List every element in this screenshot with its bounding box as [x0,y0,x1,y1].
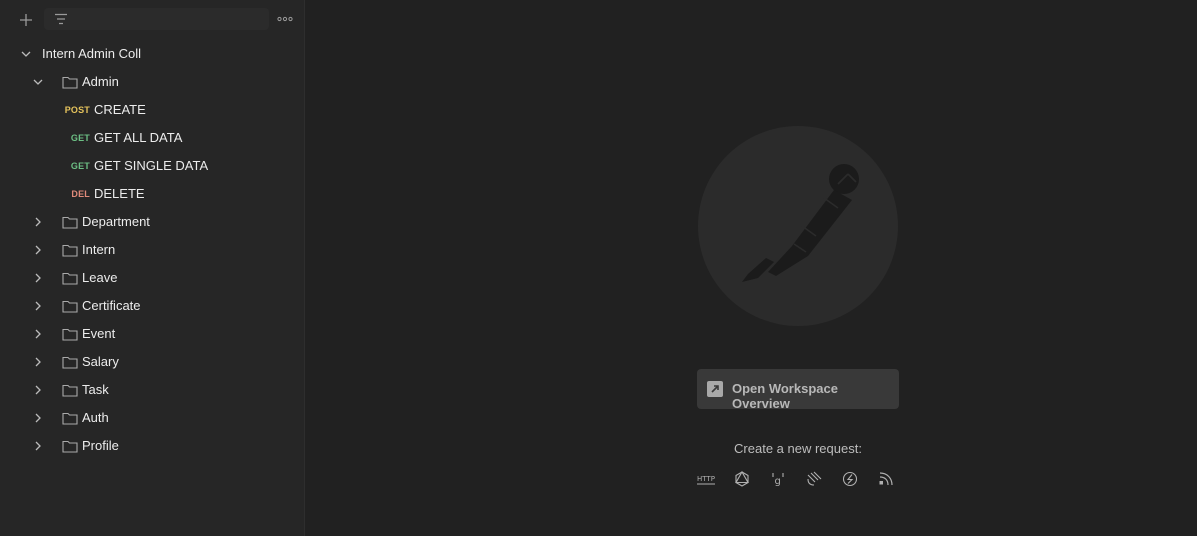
chevron-right-icon[interactable] [32,272,44,284]
svg-text:HTTP: HTTP [697,475,715,483]
more-horizontal-icon[interactable] [276,12,294,26]
chevron-right-icon[interactable] [32,244,44,256]
chevron-right-icon[interactable] [32,384,44,396]
chevron-right-icon[interactable] [32,300,44,312]
method-badge: GET [70,161,90,171]
method-badge: GET [70,133,90,143]
folder-name: Auth [82,410,109,425]
grpc-icon[interactable]: g [768,470,788,488]
folder-intern[interactable]: Intern [0,236,305,264]
request-delete[interactable]: DEL DELETE [0,180,305,208]
search-box[interactable] [44,8,269,30]
chevron-down-icon[interactable] [20,48,32,60]
open-workspace-overview-button[interactable]: Open Workspace Overview [697,369,899,411]
chevron-right-icon[interactable] [32,356,44,368]
postman-logo [698,126,898,326]
folder-auth[interactable]: Auth [0,404,305,432]
chevron-right-icon[interactable] [32,216,44,228]
search-input[interactable] [78,10,262,30]
chevron-down-icon[interactable] [32,76,44,88]
folder-icon [62,412,78,425]
folder-icon [62,384,78,397]
request-get-single-data[interactable]: GET GET SINGLE DATA [0,152,305,180]
request-name: GET SINGLE DATA [94,158,209,173]
folder-icon [62,76,78,89]
method-badge: POST [64,105,90,115]
folder-name: Salary [82,354,119,369]
socketio-icon[interactable] [840,470,860,488]
svg-text:g: g [775,476,781,487]
folder-profile[interactable]: Profile [0,432,305,460]
request-type-icons: HTTP g [696,470,906,490]
chevron-right-icon[interactable] [32,328,44,340]
main-panel: Open Workspace Overview Create a new req… [306,0,1197,536]
filter-icon[interactable] [54,13,68,25]
collection-name: Intern Admin Coll [42,46,141,61]
folder-icon [62,272,78,285]
collection-row[interactable]: Intern Admin Coll [0,40,305,68]
folder-event[interactable]: Event [0,320,305,348]
chevron-right-icon[interactable] [32,412,44,424]
folder-admin[interactable]: Admin [0,68,305,96]
folder-leave[interactable]: Leave [0,264,305,292]
method-badge: DEL [71,189,90,199]
request-name: DELETE [94,186,145,201]
overview-button-label: Open Workspace Overview [732,381,838,411]
folder-name: Admin [82,74,119,89]
folder-icon [62,356,78,369]
folder-name: Department [82,214,150,229]
folder-task[interactable]: Task [0,376,305,404]
sidebar-toolbar [0,0,305,40]
folder-icon [62,216,78,229]
external-link-icon [707,381,723,397]
plus-icon[interactable] [16,10,36,30]
folder-name: Event [82,326,116,341]
folder-name: Profile [82,438,119,453]
folder-icon [62,440,78,453]
folder-name: Task [82,382,109,397]
folder-department[interactable]: Department [0,208,305,236]
postman-astronaut-logo [742,164,859,282]
request-name: CREATE [94,102,146,117]
graphql-icon[interactable] [732,470,752,488]
folder-icon [62,328,78,341]
sidebar: Intern Admin Coll Admin POST CREATE GET … [0,0,305,536]
folder-icon [62,244,78,257]
folder-name: Leave [82,270,118,285]
request-name: GET ALL DATA [94,130,183,145]
folder-salary[interactable]: Salary [0,348,305,376]
folder-icon [62,300,78,313]
create-request-label: Create a new request: [734,441,862,456]
http-icon[interactable]: HTTP [696,470,716,488]
folder-certificate[interactable]: Certificate [0,292,305,320]
mqtt-icon[interactable] [876,470,896,488]
folder-name: Intern [82,242,116,257]
folder-name: Certificate [82,298,141,313]
request-create[interactable]: POST CREATE [0,96,305,124]
chevron-right-icon[interactable] [32,440,44,452]
websocket-icon[interactable] [804,470,824,488]
request-get-all-data[interactable]: GET GET ALL DATA [0,124,305,152]
